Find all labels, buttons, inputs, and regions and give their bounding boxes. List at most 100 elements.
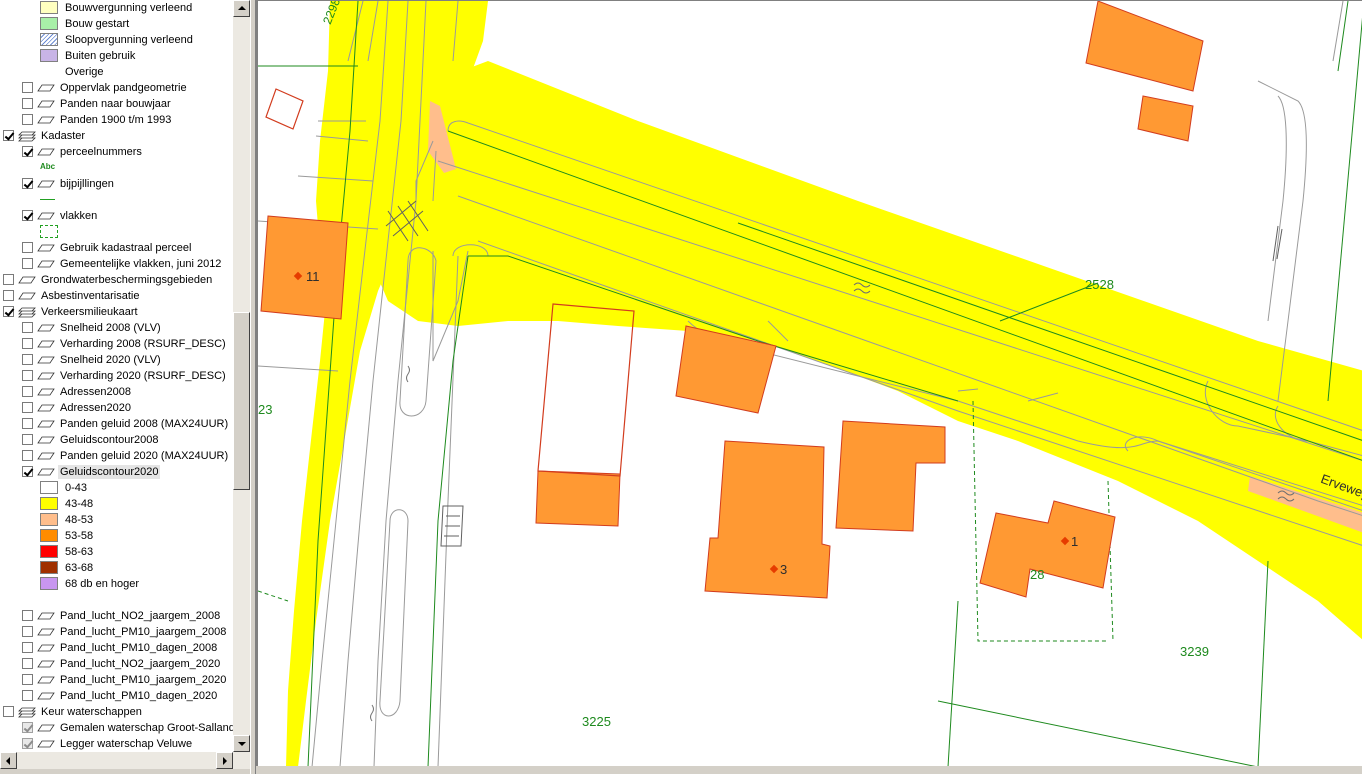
layer-icon	[37, 724, 55, 732]
layer-visibility-checkbox[interactable]	[3, 706, 14, 717]
layer-visibility-checkbox[interactable]	[22, 82, 33, 93]
legend-class-label: 53-58	[65, 530, 94, 542]
legend-row[interactable]: Gemeentelijke vlakken, juni 2012	[0, 256, 233, 272]
legend-class-label: 58-63	[65, 546, 94, 558]
layer-label: Geluidscontour2020	[58, 465, 161, 479]
line-symbol-sample	[40, 199, 55, 200]
legend-class-label: Sloopvergunning verleend	[65, 34, 193, 46]
legend-row[interactable]: Gemalen waterschap Groot-Salland	[0, 720, 233, 736]
layer-visibility-checkbox[interactable]	[22, 114, 33, 125]
layer-visibility-checkbox[interactable]	[22, 642, 33, 653]
layer-icon	[37, 244, 55, 252]
legend-row: 43-48	[0, 496, 233, 512]
scroll-up-button[interactable]	[233, 0, 250, 17]
legend-row[interactable]: vlakken	[0, 208, 233, 224]
layer-visibility-checkbox[interactable]	[22, 690, 33, 701]
layer-visibility-checkbox[interactable]	[3, 274, 14, 285]
layer-visibility-checkbox[interactable]	[22, 626, 33, 637]
legend-row[interactable]: Panden geluid 2008 (MAX24UUR)	[0, 416, 233, 432]
legend-row[interactable]: Pand_lucht_PM10_jaargem_2008	[0, 624, 233, 640]
scroll-thumb[interactable]	[233, 312, 250, 490]
legend-row[interactable]: Pand_lucht_NO2_jaargem_2008	[0, 608, 233, 624]
layer-visibility-checkbox[interactable]	[22, 354, 33, 365]
scroll-left-button[interactable]	[0, 752, 17, 769]
map-view[interactable]: 2298 2528 23 3239 3225 11 3 1 28 Erveweg	[256, 0, 1362, 766]
scroll-down-button[interactable]	[233, 735, 250, 752]
legend-swatch	[40, 497, 58, 510]
layer-label: Panden naar bouwjaar	[60, 98, 171, 110]
layer-visibility-checkbox[interactable]	[22, 658, 33, 669]
legend-row[interactable]: Snelheid 2020 (VLV)	[0, 352, 233, 368]
layer-label: Panden geluid 2008 (MAX24UUR)	[60, 418, 229, 430]
layer-label: Oppervlak pandgeometrie	[60, 82, 187, 94]
layer-visibility-checkbox[interactable]	[22, 242, 33, 253]
legend-row[interactable]: Panden naar bouwjaar	[0, 96, 233, 112]
layer-visibility-checkbox[interactable]	[22, 738, 33, 749]
layer-visibility-checkbox[interactable]	[22, 434, 33, 445]
layer-visibility-checkbox[interactable]	[3, 306, 14, 317]
building-block-top	[535, 470, 621, 527]
layer-visibility-checkbox[interactable]	[22, 322, 33, 333]
legend-row[interactable]: Keur waterschappen	[0, 704, 233, 720]
layer-visibility-checkbox[interactable]	[3, 130, 14, 141]
legend-row[interactable]: Pand_lucht_NO2_jaargem_2020	[0, 656, 233, 672]
layer-label: vlakken	[60, 210, 98, 222]
legend-row: Overige	[0, 64, 233, 80]
layer-visibility-checkbox[interactable]	[22, 722, 33, 733]
legend-vertical-scrollbar[interactable]	[233, 0, 250, 752]
layer-icon	[37, 356, 55, 364]
label-parcel-3225: 3225	[582, 714, 611, 729]
layer-visibility-checkbox[interactable]	[22, 674, 33, 685]
layer-visibility-checkbox[interactable]	[22, 178, 33, 189]
layer-label: Pand_lucht_NO2_jaargem_2020	[60, 658, 221, 670]
legend-row[interactable]: Pand_lucht_PM10_jaargem_2020	[0, 672, 233, 688]
layer-visibility-checkbox[interactable]	[22, 258, 33, 269]
layer-visibility-checkbox[interactable]	[22, 418, 33, 429]
legend-row[interactable]: perceelnummers	[0, 144, 233, 160]
layer-label: Gemeentelijke vlakken, juni 2012	[60, 258, 222, 270]
layer-visibility-checkbox[interactable]	[22, 370, 33, 381]
legend-row[interactable]: Verharding 2008 (RSURF_DESC)	[0, 336, 233, 352]
legend-row[interactable]: bijpijllingen	[0, 176, 233, 192]
legend-row[interactable]: Pand_lucht_PM10_dagen_2020	[0, 688, 233, 704]
legend-row[interactable]: Panden 1900 t/m 1993	[0, 112, 233, 128]
layer-group-icon	[18, 307, 36, 318]
legend-row[interactable]: Gebruik kadastraal perceel	[0, 240, 233, 256]
layer-visibility-checkbox[interactable]	[22, 386, 33, 397]
legend-swatch	[40, 481, 58, 494]
legend-row[interactable]: Legger waterschap Veluwe	[0, 736, 233, 752]
layer-visibility-checkbox[interactable]	[22, 338, 33, 349]
legend-row[interactable]: Panden geluid 2020 (MAX24UUR)	[0, 448, 233, 464]
legend-row[interactable]: Verharding 2020 (RSURF_DESC)	[0, 368, 233, 384]
layer-visibility-checkbox[interactable]	[22, 98, 33, 109]
legend-class-label: 68 db en hoger	[65, 578, 140, 590]
legend-row: Buiten gebruik	[0, 48, 233, 64]
layer-label: perceelnummers	[60, 146, 142, 158]
layer-icon	[37, 180, 55, 188]
building-house-11	[260, 215, 349, 320]
layer-visibility-checkbox[interactable]	[22, 402, 33, 413]
legend-swatch	[40, 545, 58, 558]
layer-visibility-checkbox[interactable]	[22, 146, 33, 157]
legend-row[interactable]: Grondwaterbeschermingsgebieden	[0, 272, 233, 288]
layer-visibility-checkbox[interactable]	[3, 290, 14, 301]
layer-icon	[37, 388, 55, 396]
legend-row[interactable]: Oppervlak pandgeometrie	[0, 80, 233, 96]
legend-row[interactable]: Asbestinventarisatie	[0, 288, 233, 304]
legend-row[interactable]: Pand_lucht_PM10_dagen_2008	[0, 640, 233, 656]
legend-row[interactable]: Verkeersmilieukaart	[0, 304, 233, 320]
label-parcel-23: 23	[258, 402, 273, 417]
legend-row[interactable]: Adressen2020	[0, 400, 233, 416]
layer-visibility-checkbox[interactable]	[22, 450, 33, 461]
legend-row[interactable]: Snelheid 2008 (VLV)	[0, 320, 233, 336]
legend-horizontal-scrollbar[interactable]	[0, 752, 250, 769]
layer-icon	[37, 452, 55, 460]
layer-visibility-checkbox[interactable]	[22, 466, 33, 477]
scroll-right-button[interactable]	[216, 752, 233, 769]
legend-row[interactable]: Geluidscontour2020	[0, 464, 233, 480]
legend-row[interactable]: Adressen2008	[0, 384, 233, 400]
legend-row[interactable]: Geluidscontour2008	[0, 432, 233, 448]
layer-visibility-checkbox[interactable]	[22, 210, 33, 221]
layer-visibility-checkbox[interactable]	[22, 610, 33, 621]
legend-row[interactable]: Kadaster	[0, 128, 233, 144]
